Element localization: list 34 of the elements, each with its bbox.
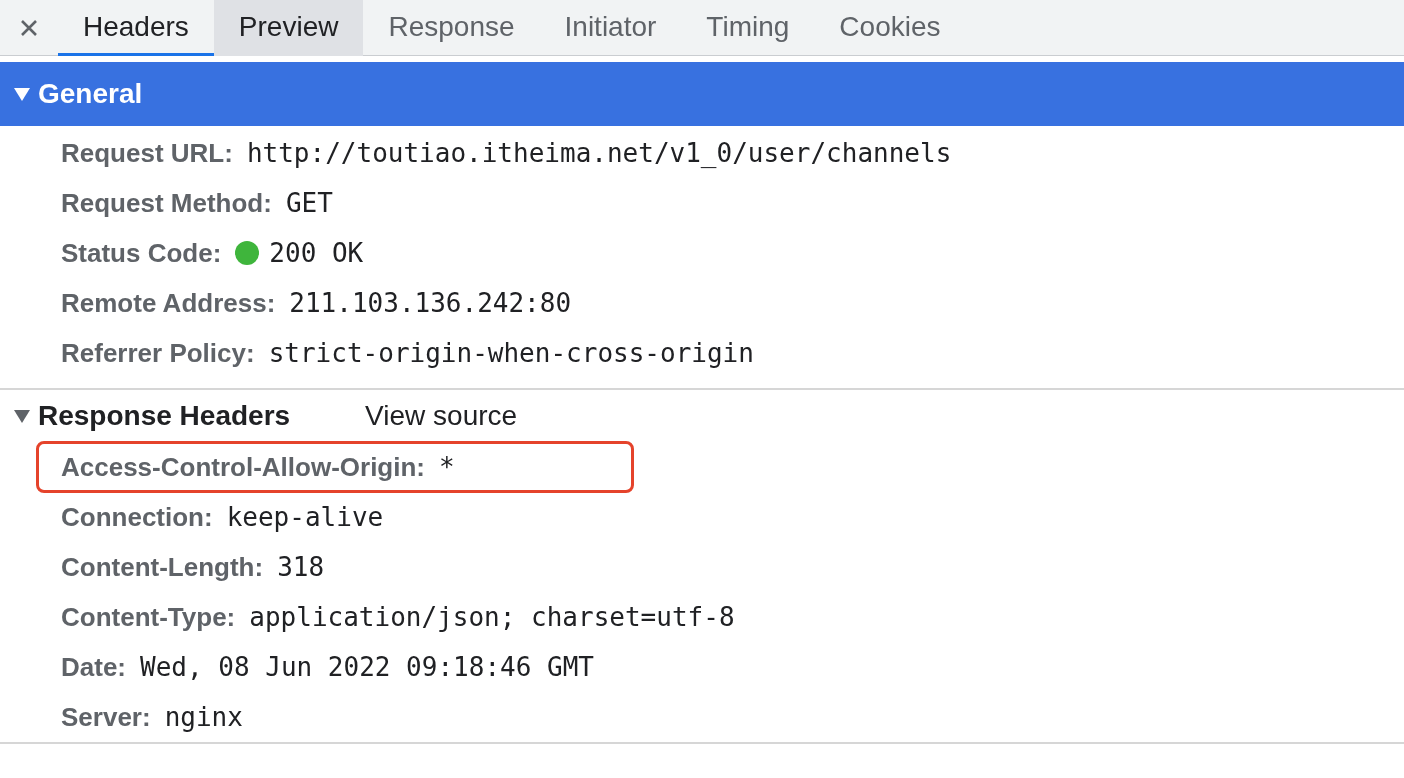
- header-name: Request Method:: [61, 187, 272, 219]
- header-value: 211.103.136.242:80: [289, 288, 572, 318]
- tab[interactable]: Preview: [213, 0, 364, 56]
- header-value: GET: [285, 188, 333, 218]
- header-value: nginx: [164, 702, 243, 732]
- header-value: keep-alive: [226, 502, 384, 532]
- header-value: 318: [277, 552, 325, 582]
- header-name: Content-Type:: [61, 601, 236, 633]
- header-value: application/json; charset=utf-8: [249, 602, 735, 632]
- header-value: http://toutiao.itheima.net/v1_0/user/channels: [246, 138, 952, 168]
- header-name: Connection:: [61, 501, 213, 533]
- header-name: Referrer Policy:: [61, 337, 255, 369]
- tab[interactable]: Timing: [681, 0, 815, 56]
- section-title[interactable]: Response Headers: [38, 400, 291, 432]
- header-name: Remote Address:: [61, 287, 276, 319]
- triangle-down-icon[interactable]: [14, 86, 30, 102]
- tab[interactable]: Response: [363, 0, 540, 56]
- header-value: strict-origin-when-cross-origin: [268, 338, 754, 368]
- header-value: Wed, 08 Jun 2022 09:18:46 GMT: [140, 652, 594, 682]
- header-value: *: [439, 452, 455, 482]
- section-header[interactable]: General: [0, 62, 1404, 126]
- header-name: Server:: [61, 701, 151, 733]
- header-name: Content-Length:: [61, 551, 264, 583]
- view-source-link[interactable]: View source: [365, 400, 518, 432]
- triangle-down-icon[interactable]: [14, 408, 30, 424]
- header-name: Request URL:: [61, 137, 233, 169]
- tab[interactable]: Cookies: [814, 0, 966, 56]
- tab[interactable]: Initiator: [539, 0, 682, 56]
- section-title: General: [38, 78, 143, 110]
- header-name: Date:: [61, 651, 126, 683]
- header-name: Access-Control-Allow-Origin:: [61, 451, 425, 483]
- header-value: 200 OK: [269, 238, 364, 268]
- header-name: Status Code:: [61, 237, 222, 269]
- close-icon: [20, 18, 38, 37]
